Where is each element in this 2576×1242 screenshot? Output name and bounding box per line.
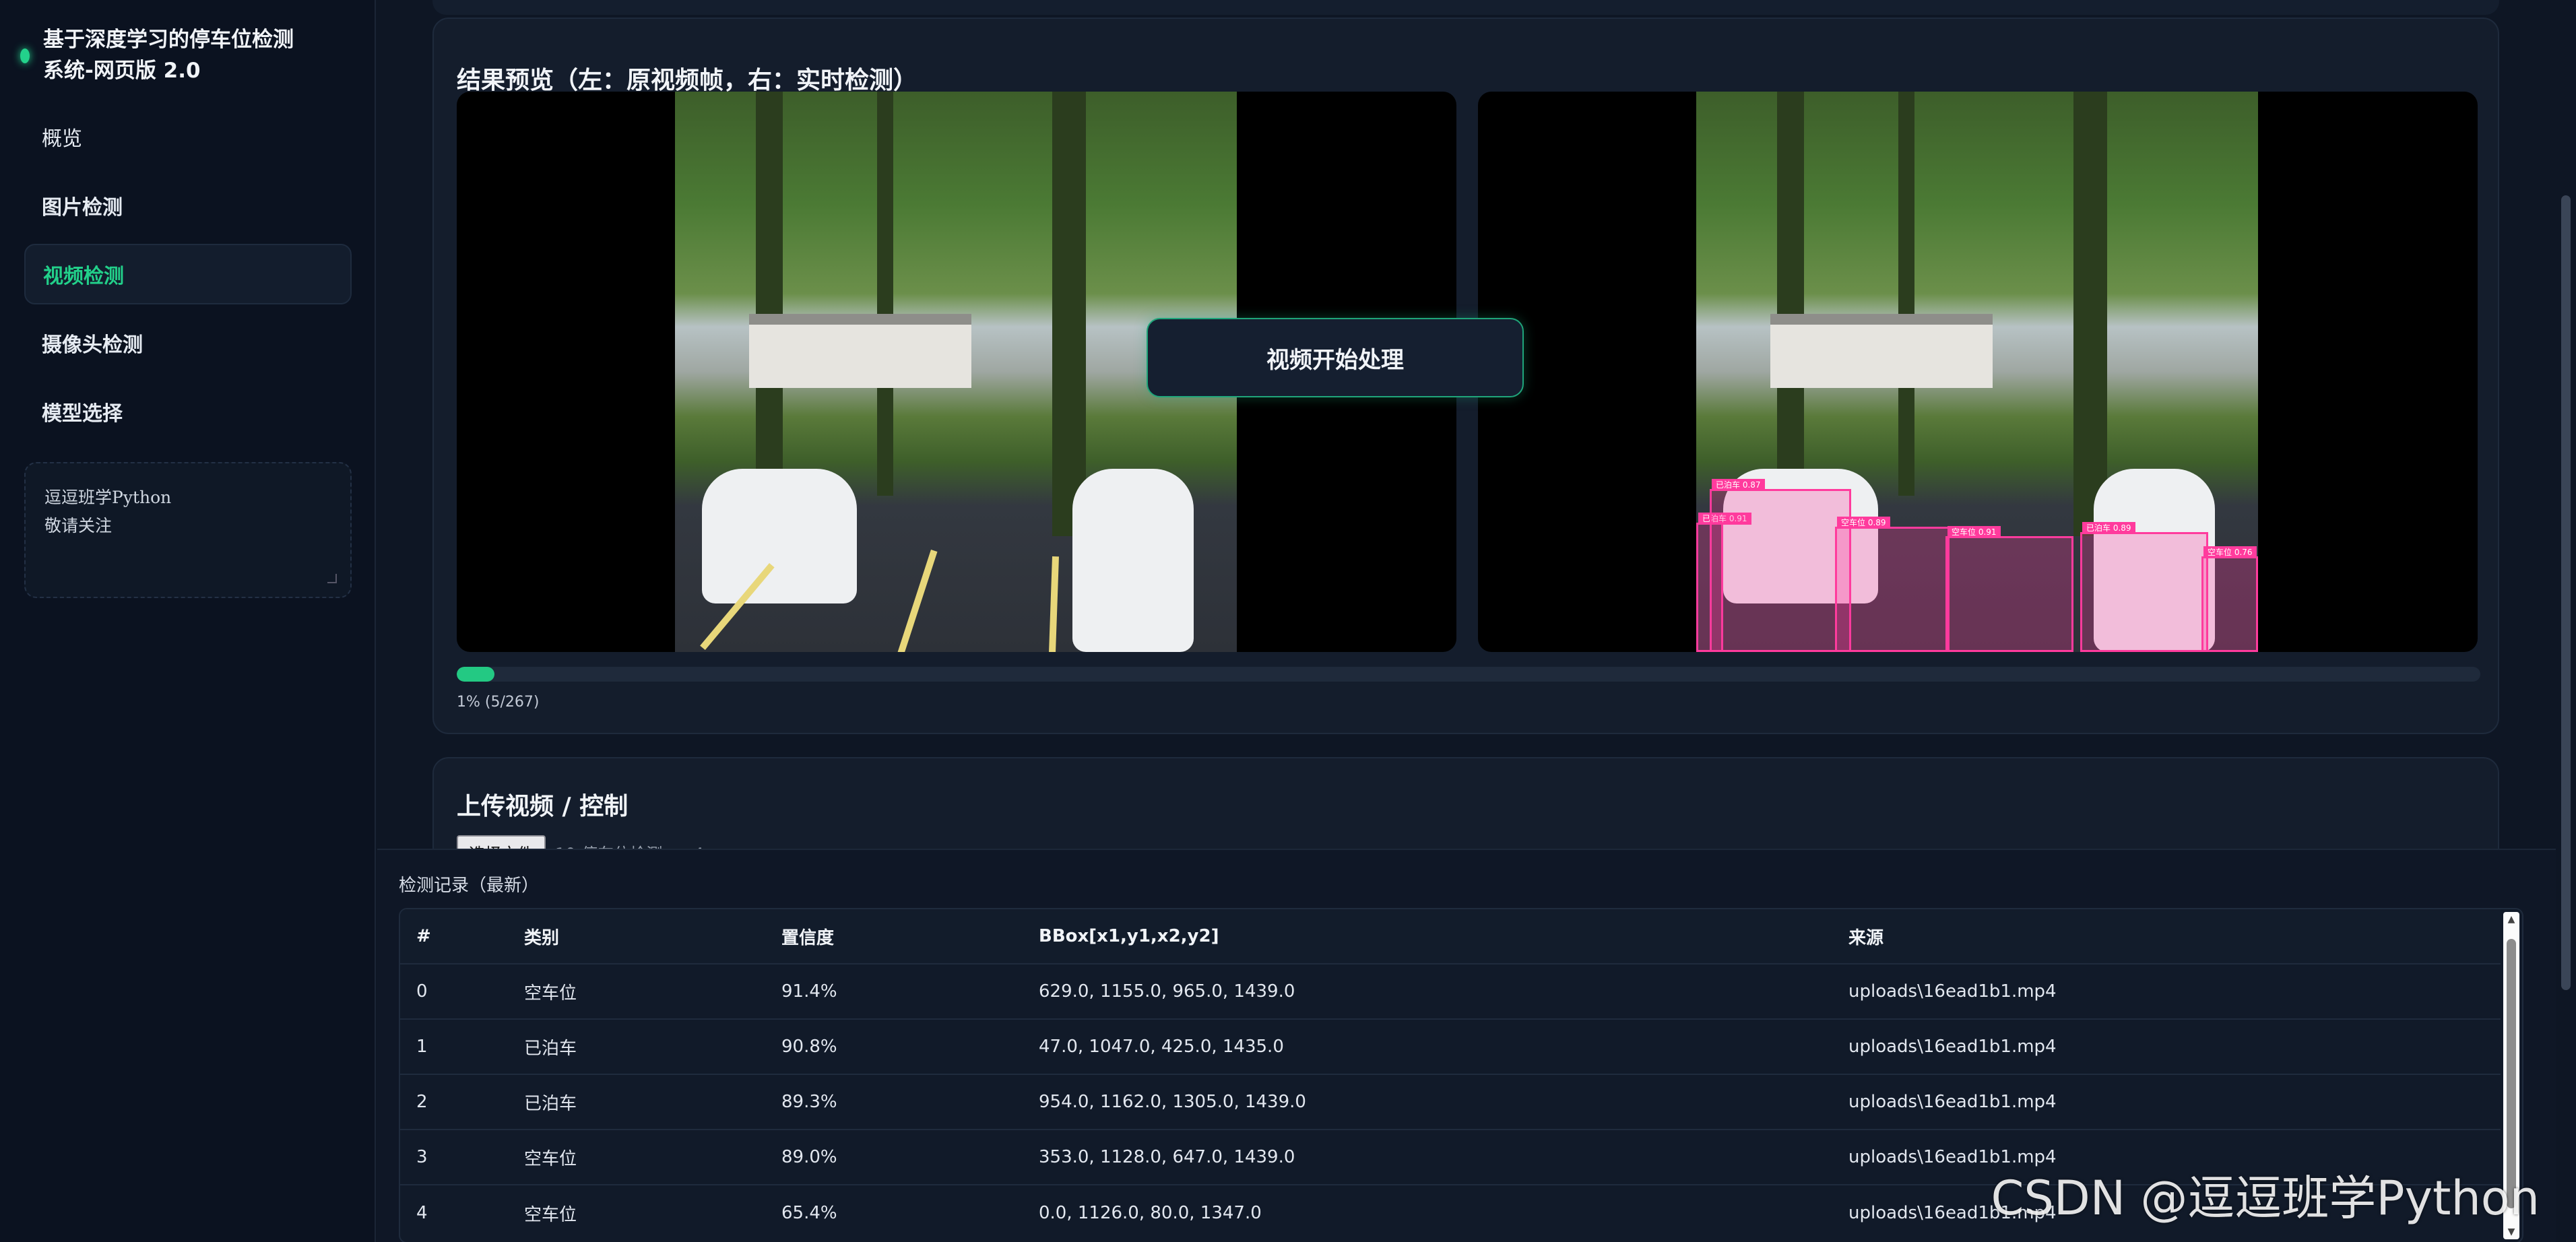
brand: 基于深度学习的停车位检测 系统-网页版 2.0 — [20, 24, 357, 86]
cell-index: 0 — [416, 981, 428, 1002]
table-row: 0 空车位 91.4% 629.0, 1155.0, 965.0, 1439.0… — [400, 965, 2501, 1020]
sidebar-item-image-detect[interactable]: 图片检测 — [24, 175, 352, 236]
detection-box-label: 空车位 0.76 — [2203, 546, 2257, 558]
status-dot-icon — [20, 48, 30, 63]
cell-index: 3 — [416, 1147, 428, 1167]
cell-source: uploads\16ead1b1.mp4 — [1848, 1037, 2057, 1057]
cell-class: 已泊车 — [524, 1093, 577, 1114]
cell-confidence: 89.0% — [781, 1147, 837, 1167]
cell-class: 空车位 — [524, 1204, 577, 1225]
note-line: 逗逗班学Python — [44, 488, 172, 507]
sidebar: 基于深度学习的停车位检测 系统-网页版 2.0 概览 图片检测 视频检测 摄像头… — [0, 0, 376, 1242]
cell-class: 已泊车 — [524, 1038, 577, 1059]
records-title: 检测记录（最新） — [399, 876, 540, 896]
cell-index: 2 — [416, 1092, 428, 1112]
cell-index: 1 — [416, 1037, 428, 1057]
detection-box: 空车位 0.89 — [1835, 517, 1950, 652]
cell-source: uploads\16ead1b1.mp4 — [1848, 981, 2057, 1002]
detection-box: 已泊车 0.87 — [1710, 479, 1851, 652]
cell-index: 4 — [416, 1203, 428, 1223]
detection-box: 空车位 0.76 — [2201, 546, 2258, 652]
processing-toast: 视频开始处理 — [1147, 318, 1524, 397]
page-scrollbar[interactable] — [2556, 0, 2576, 1242]
detection-box: 已泊车 0.89 — [2080, 522, 2208, 652]
detection-box: 空车位 0.91 — [1945, 526, 2073, 652]
cell-bbox: 47.0, 1047.0, 425.0, 1435.0 — [1039, 1037, 1284, 1057]
app-title: 基于深度学习的停车位检测 系统-网页版 2.0 — [43, 28, 294, 83]
progress-bar — [457, 667, 2480, 682]
cell-source: uploads\16ead1b1.mp4 — [1848, 1092, 2057, 1112]
detection-box-label: 已泊车 0.89 — [2082, 522, 2135, 534]
column-header-confidence: 置信度 — [781, 927, 835, 948]
preview-title: 结果预览（左：原视频帧，右：实时检测） — [457, 67, 918, 94]
detection-box-label: 空车位 0.89 — [1837, 517, 1890, 529]
detection-scene-image: 已泊车 0.91 已泊车 0.87 空车位 0.89 空车位 0.91 已泊车 … — [1696, 92, 2258, 652]
main-content: 结果预览（左：原视频帧，右：实时检测） 已泊车 0.91 已泊车 0.87 空车… — [377, 0, 2576, 892]
sidebar-item-model-select[interactable]: 模型选择 — [24, 381, 352, 442]
cell-confidence: 90.8% — [781, 1037, 837, 1057]
sidebar-item-camera-detect[interactable]: 摄像头检测 — [24, 313, 352, 373]
upload-title: 上传视频 / 控制 — [457, 793, 629, 820]
scroll-up-icon[interactable]: ▲ — [2505, 913, 2517, 925]
cell-confidence: 89.3% — [781, 1092, 837, 1112]
detection-box-label: 已泊车 0.87 — [1712, 479, 1765, 491]
previous-card-edge — [432, 0, 2499, 15]
sidebar-item-video-detect[interactable]: 视频检测 — [24, 244, 352, 304]
cell-bbox: 629.0, 1155.0, 965.0, 1439.0 — [1039, 981, 1295, 1002]
cell-bbox: 0.0, 1126.0, 80.0, 1347.0 — [1039, 1203, 1262, 1223]
table-row: 1 已泊车 90.8% 47.0, 1047.0, 425.0, 1435.0 … — [400, 1020, 2501, 1075]
progress-text: 1% (5/267) — [457, 694, 540, 711]
column-header-source: 来源 — [1848, 927, 1884, 948]
column-header-index: # — [416, 926, 431, 946]
cell-class: 空车位 — [524, 983, 577, 1004]
table-row: 2 已泊车 89.3% 954.0, 1162.0, 1305.0, 1439.… — [400, 1075, 2501, 1130]
cell-bbox: 353.0, 1128.0, 647.0, 1439.0 — [1039, 1147, 1295, 1167]
detection-video-frame: 已泊车 0.91 已泊车 0.87 空车位 0.89 空车位 0.91 已泊车 … — [1478, 92, 2478, 652]
progress-bar-fill — [457, 667, 495, 682]
preview-card: 结果预览（左：原视频帧，右：实时检测） 已泊车 0.91 已泊车 0.87 空车… — [432, 18, 2499, 734]
cell-confidence: 91.4% — [781, 981, 837, 1002]
cell-class: 空车位 — [524, 1148, 577, 1169]
cell-bbox: 954.0, 1162.0, 1305.0, 1439.0 — [1039, 1092, 1306, 1112]
cell-confidence: 65.4% — [781, 1203, 837, 1223]
column-header-bbox: BBox[x1,y1,x2,y2] — [1039, 926, 1219, 946]
column-header-class: 类别 — [524, 927, 560, 948]
watermark: CSDN @逗逗班学Python — [1991, 1171, 2540, 1226]
table-header-row: # 类别 置信度 BBox[x1,y1,x2,y2] 来源 — [400, 909, 2501, 965]
resize-grip-icon[interactable] — [327, 574, 337, 583]
note-textarea[interactable]: 逗逗班学Python 敬请关注 — [24, 462, 352, 598]
page-scrollbar-thumb[interactable] — [2561, 195, 2571, 990]
note-line: 敬请关注 — [44, 516, 112, 535]
sidebar-item-overview[interactable]: 概览 — [24, 106, 352, 167]
detection-box-label: 空车位 0.91 — [1947, 526, 2001, 538]
sidebar-nav: 概览 图片检测 视频检测 摄像头检测 模型选择 — [24, 106, 352, 450]
